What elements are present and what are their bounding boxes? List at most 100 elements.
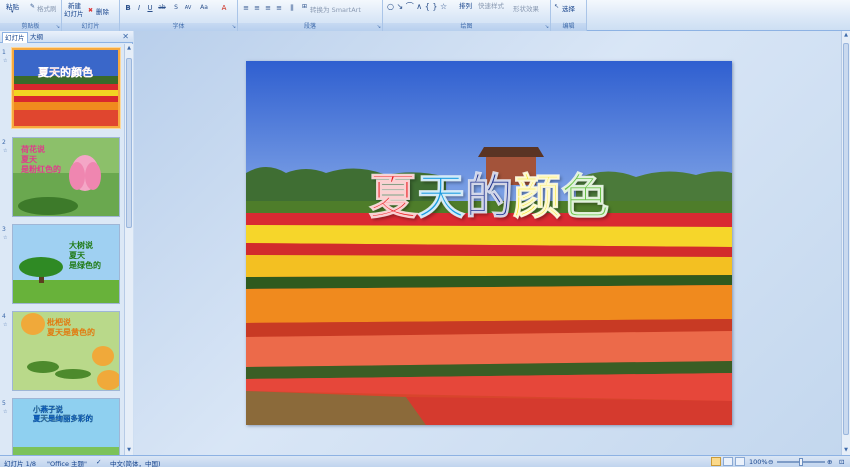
title-char-2: 天: [416, 169, 465, 226]
quick-styles-button[interactable]: 快速样式: [478, 0, 504, 10]
theme-name: "Office 主题": [47, 460, 88, 467]
format-painter-button[interactable]: 格式刷: [37, 3, 57, 13]
thumbnail-list: 1 ☆ 夏天的颜色 2 ☆ 荷花说 夏天 是粉红色的 3 ☆ 大树说 夏天 是绿…: [0, 44, 124, 455]
thumbnail-image: [13, 225, 119, 303]
thumbnail-number: 4: [2, 313, 6, 320]
editing-group: ↖ 选择 编辑: [551, 0, 587, 31]
editor-scrollbar[interactable]: ▲ ▼: [841, 31, 850, 455]
pane-tabs: 幻灯片 大纲 ✕: [0, 31, 133, 43]
language[interactable]: 中文(简体，中国): [110, 458, 161, 467]
dialog-launcher-icon[interactable]: ↘: [56, 24, 60, 30]
title-char-1: 夏: [368, 169, 417, 226]
bold-icon[interactable]: B: [124, 4, 132, 12]
fit-window-icon[interactable]: ⊡: [839, 458, 844, 466]
tab-slides[interactable]: 幻灯片: [2, 32, 28, 43]
font-group-label: 字体: [120, 23, 237, 31]
thumbnail-number: 1: [2, 49, 6, 56]
shadow-text-icon[interactable]: S: [172, 4, 180, 12]
animation-star-icon: ☆: [3, 148, 8, 154]
thumbnail-text: 枇杷说 夏天是黄色的: [47, 318, 95, 337]
slide-title[interactable]: 夏天的颜色: [246, 157, 732, 227]
convert-smartart-button[interactable]: 转换为 SmartArt: [310, 4, 361, 14]
brush-icon: ✎: [30, 3, 36, 10]
align-left-icon[interactable]: ≡: [242, 4, 250, 12]
slide-thumbnail-3[interactable]: 大树说 夏天 是绿色的: [12, 224, 120, 304]
char-spacing-icon[interactable]: AV: [184, 4, 192, 12]
zoom-out-icon[interactable]: ⊖: [768, 458, 773, 466]
align-center-icon[interactable]: ≡: [253, 4, 261, 12]
tulip-field-image: [246, 61, 732, 425]
slideshow-view-button[interactable]: [735, 457, 745, 466]
scroll-up-icon[interactable]: ▲: [842, 31, 850, 40]
spellcheck-icon[interactable]: ✓: [96, 458, 101, 466]
thumbnail-text: 小燕子说 夏天是绚丽多彩的: [33, 405, 93, 424]
scroll-down-icon[interactable]: ▼: [125, 446, 133, 455]
shapes-gallery-icon[interactable]: ○ ↘ ⌒ ∧ { } ☆: [387, 1, 447, 12]
scroll-thumb[interactable]: [126, 58, 132, 228]
underline-icon[interactable]: U: [146, 4, 154, 12]
paragraph-group: ≡ ≡ ≡ ≡ ⫼ ⊞ 转换为 SmartArt 段落 ↘: [238, 0, 383, 31]
editing-group-label: 编辑: [551, 23, 586, 31]
scroll-down-icon[interactable]: ▼: [842, 446, 850, 455]
chevron-down-icon[interactable]: ▾: [11, 9, 14, 15]
italic-icon[interactable]: I: [135, 4, 143, 12]
thumbnail-text: 荷花说 夏天 是粉红色的: [21, 145, 61, 174]
clipboard-group-label: 剪贴板: [0, 23, 61, 31]
thumbnail-image: [14, 50, 118, 126]
slide-thumbnail-4[interactable]: 枇杷说 夏天是黄色的: [12, 311, 120, 391]
thumbnail-text: 大树说 夏天 是绿色的: [69, 241, 101, 270]
new-slide-label[interactable]: 幻灯片: [64, 8, 84, 18]
clipboard-group: 粘贴 ▾ ✎ 格式刷 剪贴板 ↘: [0, 0, 62, 31]
change-case-icon[interactable]: Aa: [200, 4, 208, 12]
current-slide[interactable]: 夏天的颜色: [246, 61, 732, 425]
drawing-dialog-launcher-icon[interactable]: ↘: [545, 24, 549, 30]
ribbon: 粘贴 ▾ ✎ 格式刷 剪贴板 ↘ 新建 幻灯片 ✖ 删除 幻灯片 B I U a…: [0, 0, 850, 31]
align-right-icon[interactable]: ≡: [264, 4, 272, 12]
slide-thumbnail-5[interactable]: 小燕子说 夏天是绚丽多彩的: [12, 398, 120, 455]
animation-star-icon: ☆: [3, 58, 8, 64]
slide-editor: 夏天的颜色: [134, 31, 841, 455]
cursor-icon: ↖: [554, 3, 560, 10]
sorter-view-button[interactable]: [723, 457, 733, 466]
drawing-group-label: 绘图: [383, 23, 550, 31]
drawing-group: ○ ↘ ⌒ ∧ { } ☆ 排列 快速样式 形状效果 绘图 ↘: [383, 0, 551, 31]
slides-group-label: 幻灯片: [62, 23, 119, 31]
tab-outline[interactable]: 大纲: [28, 32, 45, 43]
slide-thumbnail-1[interactable]: 夏天的颜色: [12, 48, 120, 128]
thumbnail-scrollbar[interactable]: ▲ ▼: [124, 44, 133, 455]
justify-icon[interactable]: ≡: [275, 4, 283, 12]
strikethrough-icon[interactable]: ab: [158, 4, 166, 12]
scroll-thumb[interactable]: [843, 43, 849, 435]
zoom-slider-knob[interactable]: [799, 458, 803, 466]
columns-icon[interactable]: ⫼: [288, 4, 296, 12]
thumbnail-number: 3: [2, 226, 6, 233]
paragraph-dialog-launcher-icon[interactable]: ↘: [377, 24, 381, 30]
arrange-button[interactable]: 排列: [459, 0, 472, 10]
thumbnail-number: 5: [2, 400, 6, 407]
select-button[interactable]: 选择: [562, 3, 575, 13]
thumbnail-number: 2: [2, 139, 6, 146]
slide-thumbnail-2[interactable]: 荷花说 夏天 是粉红色的: [12, 137, 120, 217]
zoom-level[interactable]: 100%: [749, 458, 768, 466]
delete-icon: ✖: [88, 7, 94, 14]
font-color-icon[interactable]: A: [220, 4, 228, 12]
animation-star-icon: ☆: [3, 409, 8, 415]
title-char-4: 颜: [512, 169, 562, 226]
animation-star-icon: ☆: [3, 235, 8, 241]
smartart-icon: ⊞: [302, 3, 308, 10]
font-dialog-launcher-icon[interactable]: ↘: [232, 24, 236, 30]
scroll-up-icon[interactable]: ▲: [125, 44, 133, 53]
font-group: B I U ab S AV Aa A 字体 ↘: [120, 0, 238, 31]
thumbnail-title: 夏天的颜色: [38, 66, 93, 79]
shape-effects-button[interactable]: 形状效果: [513, 3, 539, 13]
paragraph-group-label: 段落: [238, 23, 382, 31]
normal-view-button[interactable]: [711, 457, 721, 466]
slides-pane: 幻灯片 大纲 ✕ 1 ☆ 夏天的颜色 2 ☆ 荷花说 夏天 是粉红色的 3 ☆ …: [0, 31, 133, 455]
delete-slide-button[interactable]: 删除: [96, 6, 109, 16]
close-icon[interactable]: ✕: [122, 32, 129, 41]
title-char-3: 的: [464, 169, 513, 226]
slide-count: 幻灯片 1/8: [4, 460, 37, 467]
slides-group: 新建 幻灯片 ✖ 删除 幻灯片: [62, 0, 120, 31]
zoom-in-icon[interactable]: ⊕: [827, 458, 832, 466]
status-bar: 幻灯片 1/8 "Office 主题" ✓ 中文(简体，中国) 100% ⊖ ⊕…: [0, 455, 850, 467]
